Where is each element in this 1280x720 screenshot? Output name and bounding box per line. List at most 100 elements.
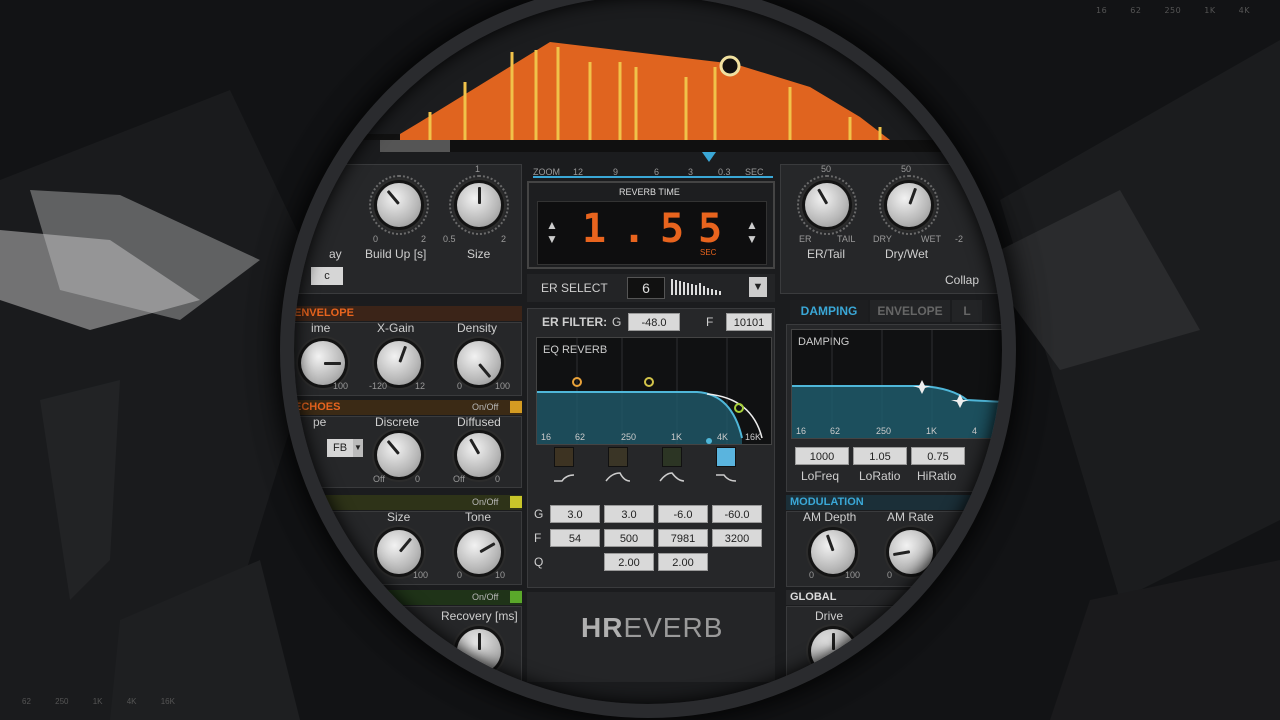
buildup-min: 0 (373, 234, 379, 244)
eq-gain-field[interactable]: 3.0 (604, 505, 654, 523)
zoom-handle-icon[interactable] (702, 152, 716, 162)
eq-q-field[interactable]: 2.00 (604, 553, 654, 571)
ertail-min: ER (799, 234, 812, 244)
collapse-button[interactable]: Collap (945, 273, 979, 287)
decay-handle (719, 55, 741, 77)
drywet-knob[interactable] (887, 183, 931, 227)
density-knob[interactable] (457, 341, 501, 385)
delay-label-partial: ay (329, 247, 342, 261)
eq-row-label-q: Q (534, 555, 544, 569)
echoes2-onoff-toggle[interactable] (510, 496, 522, 508)
size-knob[interactable] (457, 183, 501, 227)
tone-min: 0 (457, 570, 463, 580)
density-min: 0 (457, 381, 463, 391)
eq-panel: ER FILTER: G -48.0 F 10101 EQ REVERB 16 … (527, 308, 775, 588)
logo-text: EVERB (623, 612, 724, 643)
time-max: 100 (333, 381, 349, 391)
loratio-label: LoRatio (859, 469, 901, 483)
damping-graph[interactable]: DAMPING 16 62 250 1K 4 (791, 329, 1005, 439)
xgain-max: 12 (415, 381, 426, 391)
ertail-top: 50 (821, 164, 832, 174)
reverb-time-display[interactable]: ▲ ▼ 1 . 5 5 SEC ▲ ▼ (537, 201, 767, 265)
band-shape-icons (554, 472, 737, 482)
recovery-label: Recovery [ms] (441, 609, 518, 623)
type-label-partial: pe (313, 415, 327, 429)
er-filter-g-label: G (612, 315, 622, 329)
eq-q-field[interactable]: 2.00 (658, 553, 708, 571)
recovery-knob[interactable] (457, 629, 501, 673)
discrete-max: 0 (415, 474, 421, 484)
eq-gain-field[interactable]: 3.0 (550, 505, 600, 523)
size-top-value: 1 (475, 164, 481, 174)
ertail-knob[interactable] (805, 183, 849, 227)
frequency-ticks-bottom: 62 250 1K 4K 16K (22, 697, 175, 706)
damping-freq-tick: 1K (926, 426, 938, 436)
ertail-max: TAIL (837, 234, 856, 244)
eq-freq-field[interactable]: 7981 (658, 529, 708, 547)
echo-type-dropdown-icon[interactable]: ▼ (353, 439, 363, 457)
eq-freq-tick: 4K (717, 432, 729, 442)
increment-arrows-icon[interactable]: ▲ ▼ (746, 218, 758, 246)
loratio-field[interactable]: 1.05 (853, 447, 907, 465)
mode-button[interactable]: c (311, 267, 343, 285)
er-select-value[interactable]: 6 (627, 277, 665, 299)
hreverb-logo: HREVERB (581, 612, 723, 644)
section4-onoff-toggle[interactable] (510, 591, 522, 603)
discrete-label: Discrete (375, 415, 420, 429)
decay-graph[interactable] (290, 0, 1006, 152)
discrete-knob[interactable] (377, 433, 421, 477)
diffused-knob[interactable] (457, 433, 501, 477)
er-select-dropdown-icon[interactable]: ▼ (749, 277, 767, 297)
eq-freq-field[interactable]: 3200 (712, 529, 762, 547)
eq-freq-field[interactable]: 500 (604, 529, 654, 547)
lofreq-field[interactable]: 1000 (795, 447, 849, 465)
hiratio-field[interactable]: 0.75 (911, 447, 965, 465)
size2-knob[interactable] (377, 530, 421, 574)
echo-type-select[interactable]: FB (327, 439, 353, 457)
logo-hr: HR (581, 612, 624, 643)
decrement-arrows-icon[interactable]: ▲ ▼ (546, 218, 558, 246)
echoes-onoff-toggle[interactable] (510, 401, 522, 413)
eq-row-label-f: F (534, 531, 542, 545)
tab-damping[interactable]: DAMPING (790, 300, 868, 322)
eq-gain-field[interactable]: -6.0 (658, 505, 708, 523)
size-label: Size (467, 247, 491, 261)
envelope-header: ENVELOPE (290, 306, 522, 321)
diffused-min: Off (453, 474, 465, 484)
zoom-tick: 12 (573, 167, 584, 177)
zoom-slider[interactable] (533, 176, 773, 178)
band4-toggle[interactable] (716, 447, 736, 467)
eq-freq-field[interactable]: 54 (550, 529, 600, 547)
tab-more[interactable]: L (952, 300, 982, 322)
left-top-panel: 1 0 2 0.5 2 Build Up [s] Size ay c (290, 164, 522, 294)
eq-freq-tick: 250 (621, 432, 637, 442)
echoes-onoff-label: On/Off (472, 402, 499, 412)
discrete-min: Off (373, 474, 385, 484)
band1-toggle[interactable] (554, 447, 574, 467)
er-filter-freq-field[interactable]: 10101 (726, 313, 772, 331)
logo-area: HREVERB (527, 592, 775, 682)
amdepth-knob[interactable] (811, 530, 855, 574)
zoom-unit: SEC (745, 167, 764, 177)
er-filter-gain-field[interactable]: -48.0 (628, 313, 680, 331)
tone-label: Tone (465, 510, 492, 524)
drywet-min: DRY (873, 234, 892, 244)
band2-toggle[interactable] (608, 447, 628, 467)
reverb-time-label: REVERB TIME (619, 187, 680, 197)
ertail-label: ER/Tail (807, 247, 846, 261)
eq-reverb-graph[interactable]: EQ REVERB 16 62 250 1K 4K 16K (536, 337, 772, 445)
size-max: 2 (501, 234, 507, 244)
xgain-knob[interactable] (377, 341, 421, 385)
tab-envelope[interactable]: ENVELOPE (870, 300, 950, 322)
drive-knob[interactable] (811, 629, 855, 673)
band3-toggle[interactable] (662, 447, 682, 467)
buildup-knob[interactable] (377, 183, 421, 227)
damping-panel: DAMPING 16 62 250 1K 4 1000 1.05 0.75 Lo… (786, 324, 1006, 492)
eq-gain-field[interactable]: -60.0 (712, 505, 762, 523)
reverb-digit: 5 (698, 206, 723, 252)
amrate-knob[interactable] (889, 530, 933, 574)
right-top-panel: 50 50 ER TAIL DRY WET -2 ER/Tail Dry/Wet… (780, 164, 1006, 294)
tone-knob[interactable] (457, 530, 501, 574)
time-knob[interactable] (301, 341, 345, 385)
echoes2-panel: Size Tone 100 0 10 (290, 510, 522, 585)
